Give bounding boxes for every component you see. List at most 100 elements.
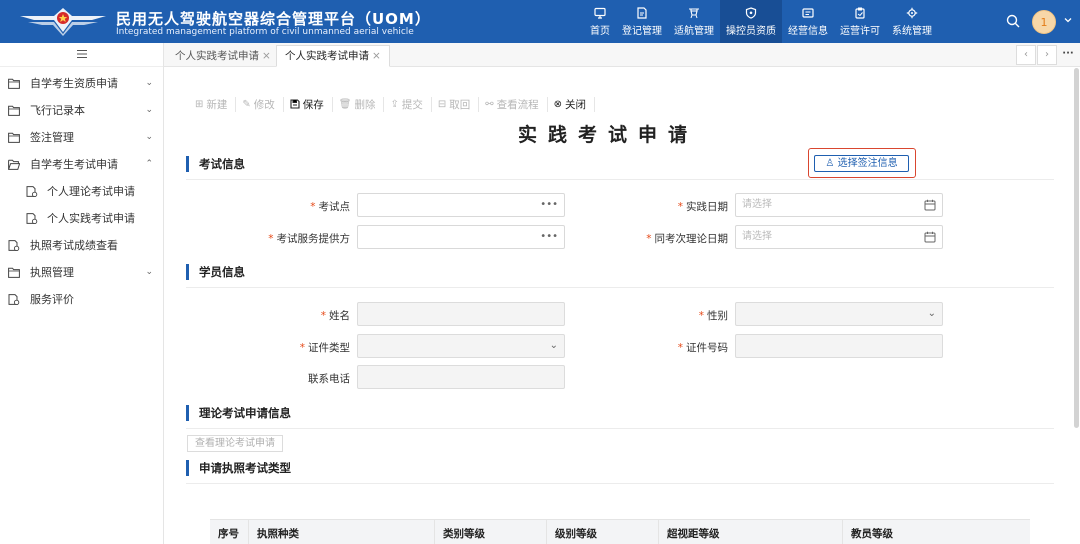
exam-site-label: * 考试点 — [310, 201, 350, 213]
edit-button[interactable]: ✎ 修改 — [239, 96, 284, 112]
delete-button[interactable]: 🗑 删除 — [336, 96, 385, 112]
more-icon[interactable]: ··· — [1058, 45, 1078, 65]
section-divider — [186, 179, 1054, 180]
user-avatar[interactable]: 1 — [1032, 10, 1056, 34]
name-field — [357, 302, 565, 326]
sidebar-item-flight-log[interactable]: 飞行记录本 ⌄ — [0, 97, 163, 124]
calendar-icon[interactable] — [924, 199, 936, 211]
new-button[interactable]: ⊞ 新建 — [192, 96, 237, 112]
chevron-down-icon: ⌄ — [145, 132, 153, 142]
hamburger-icon[interactable] — [76, 48, 88, 63]
id-number-label: * 证件号码 — [677, 342, 728, 354]
trash-icon: 🗑 — [338, 98, 352, 110]
license-table-header: 序号 执照种类 类别等级 级别等级 超视距等级 教员等级 — [210, 519, 1030, 544]
sidebar-item-endorsement[interactable]: 签注管理 ⌄ — [0, 124, 163, 151]
close-icon[interactable]: × — [262, 50, 271, 62]
save-button[interactable]: 保存 — [287, 96, 333, 112]
column-header: 教员等级 — [842, 520, 1030, 544]
sidebar-item-self-study-qualification[interactable]: 自学考生资质申请 ⌄ — [0, 70, 163, 97]
nav-business-info[interactable]: 经营信息 — [782, 0, 834, 43]
close-circle-icon: ⊗ — [553, 98, 563, 110]
section-license-type: 申请执照考试类型 — [186, 460, 291, 476]
main-content: ⊞ 新建 ✎ 修改 保存 🗑 删除 ⇪ 提交 ⊟ 取回 ⚯ 查看流程 ⊗ 关闭 实践考试申请 … — [164, 68, 1080, 544]
view-theory-application-button[interactable]: 查看理论考试申请 — [187, 435, 283, 452]
page-title: 实践考试申请 — [518, 124, 699, 146]
top-nav: 首页 登记管理 适航管理 操控员资质 经营信息 运营许可 系统管理 — [584, 0, 938, 43]
nav-operator-qualification[interactable]: 操控员资质 — [720, 0, 782, 43]
shield-icon — [745, 6, 757, 19]
theory-date-field[interactable]: 请选择 — [735, 225, 943, 249]
chevron-down-icon[interactable] — [1063, 15, 1073, 25]
chevron-down-icon: ⌄ — [145, 105, 153, 115]
sidebar-item-theory-exam[interactable]: 个人理论考试申请 — [0, 178, 163, 205]
view-flow-button[interactable]: ⚯ 查看流程 — [482, 96, 548, 112]
gender-select: ⌄ — [735, 302, 943, 326]
search-icon[interactable] — [1006, 14, 1020, 28]
sidebar-item-exam-scores[interactable]: 执照考试成绩查看 — [0, 232, 163, 259]
withdraw-button[interactable]: ⊟ 取回 — [435, 96, 480, 112]
sidebar-item-license-management[interactable]: 执照管理 ⌄ — [0, 259, 163, 286]
info-card-icon — [802, 7, 814, 18]
nav-airworthiness[interactable]: 适航管理 — [668, 0, 720, 43]
chevron-down-icon: ⌄ — [145, 78, 153, 88]
section-student-info: 学员信息 — [186, 264, 245, 280]
theory-date-label: * 同考次理论日期 — [646, 233, 728, 245]
tab-practice-exam-2[interactable]: 个人实践考试申请 × — [276, 45, 390, 67]
sidebar: 自学考生资质申请 ⌄ 飞行记录本 ⌄ 签注管理 ⌄ 自学考生考试申请 ⌃ 个人理… — [0, 43, 164, 544]
section-theory-info: 理论考试申请信息 — [186, 405, 291, 421]
phone-label: 联系电话 — [308, 373, 350, 385]
gear-icon — [906, 7, 918, 18]
flow-icon: ⚯ — [485, 98, 494, 110]
tab-bar: 个人实践考试申请 × 个人实践考试申请 × ‹ › ··· — [164, 43, 1080, 67]
edit-icon: ✎ — [242, 98, 251, 110]
column-header: 执照种类 — [248, 520, 434, 544]
plus-square-icon: ⊞ — [195, 98, 204, 110]
chevron-down-icon: ⌄ — [927, 308, 936, 319]
document-icon — [26, 186, 38, 197]
select-endorsement-button[interactable]: ♙ 选择签注信息 — [814, 155, 909, 172]
nav-register[interactable]: 登记管理 — [616, 0, 668, 43]
select-endorsement-highlight: ♙ 选择签注信息 — [808, 148, 916, 178]
column-header: 超视距等级 — [658, 520, 842, 544]
gender-label: * 性别 — [698, 310, 728, 322]
exam-site-field[interactable]: ••• — [357, 193, 565, 217]
exam-provider-label: * 考试服务提供方 — [268, 233, 350, 245]
sidebar-menu: 自学考生资质申请 ⌄ 飞行记录本 ⌄ 签注管理 ⌄ 自学考生考试申请 ⌃ 个人理… — [0, 70, 163, 313]
submit-button[interactable]: ⇪ 提交 — [387, 96, 432, 112]
more-icon[interactable]: ••• — [540, 226, 558, 248]
withdraw-icon: ⊟ — [437, 98, 447, 110]
id-number-field — [735, 334, 943, 358]
section-exam-info: 考试信息 — [186, 156, 245, 172]
monitor-icon — [594, 7, 606, 19]
nav-system-management[interactable]: 系统管理 — [886, 0, 938, 43]
practice-date-field[interactable]: 请选择 — [735, 193, 943, 217]
tab-practice-exam-1[interactable]: 个人实践考试申请 × — [166, 45, 280, 67]
tab-scroll-right-icon[interactable]: › — [1037, 45, 1057, 65]
caac-logo — [20, 8, 106, 36]
vertical-scrollbar[interactable] — [1074, 68, 1079, 428]
permit-icon — [855, 7, 865, 19]
folder-icon — [8, 105, 20, 116]
name-label: * 姓名 — [320, 310, 350, 322]
sidebar-toggle[interactable] — [0, 43, 163, 67]
column-header: 级别等级 — [546, 520, 658, 544]
section-divider — [186, 287, 1054, 288]
tab-scroll-left-icon[interactable]: ‹ — [1016, 45, 1036, 65]
app-subtitle: Integrated management platform of civil … — [116, 27, 414, 37]
more-icon[interactable]: ••• — [540, 194, 558, 216]
sidebar-item-self-study-exam[interactable]: 自学考生考试申请 ⌃ — [0, 151, 163, 178]
app-title: 民用无人驾驶航空器综合管理平台（UOM） — [116, 10, 431, 28]
sidebar-item-service-evaluation[interactable]: 服务评价 — [0, 286, 163, 313]
phone-field — [357, 365, 565, 389]
nav-operation-permit[interactable]: 运营许可 — [834, 0, 886, 43]
exam-provider-field[interactable]: ••• — [357, 225, 565, 249]
document-icon — [8, 240, 20, 251]
calendar-icon[interactable] — [924, 231, 936, 243]
sidebar-item-practice-exam[interactable]: 个人实践考试申请 — [0, 205, 163, 232]
close-icon[interactable]: × — [372, 50, 381, 62]
chevron-down-icon: ⌄ — [549, 340, 558, 351]
column-header: 序号 — [218, 528, 239, 540]
chevron-down-icon: ⌄ — [145, 267, 153, 277]
nav-home[interactable]: 首页 — [584, 0, 616, 43]
close-button[interactable]: ⊗ 关闭 — [551, 96, 596, 112]
